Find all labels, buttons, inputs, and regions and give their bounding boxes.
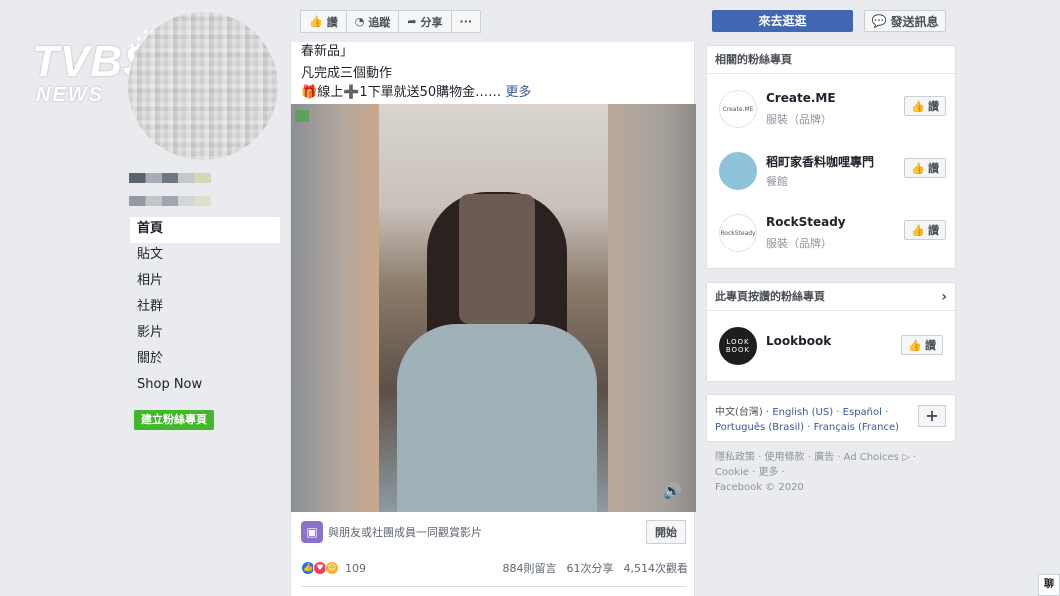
chat-tab[interactable]: 聊 <box>1038 574 1060 596</box>
share-arrow-icon: ➦ <box>407 15 417 28</box>
related-page-name[interactable]: Create.ME <box>766 91 836 105</box>
more-options-button[interactable]: ··· <box>450 10 482 33</box>
left-nav: 首頁 貼文 相片 社群 影片 關於 Shop Now <box>130 217 280 399</box>
share-count[interactable]: 61次分享 <box>567 560 614 576</box>
language-card: 中文(台灣) · English (US) · Español · Portug… <box>706 394 956 442</box>
related-pages-title: 相關的粉絲專頁 <box>707 46 955 74</box>
related-page-like-button[interactable]: 👍 讚 <box>904 158 946 178</box>
related-page-like-button[interactable]: 👍 讚 <box>904 220 946 240</box>
thumbs-up-icon: 👍 <box>911 223 925 237</box>
page-action-toolbar: 👍 讚 ◔ 追蹤 ➦ 分享 ··· <box>300 10 482 33</box>
footer-links: 隱私政策 · 使用條款 · 廣告 · Ad Choices ▷ · Cookie… <box>715 450 955 495</box>
thumbs-up-icon: 👍 <box>309 15 323 28</box>
liked-pages-card: 此專頁按讚的粉絲專頁 › LOOK BOOK Lookbook 👍 讚 <box>706 282 956 382</box>
share-label: 分享 <box>420 15 443 29</box>
messenger-icon: 💬 <box>871 14 887 28</box>
share-button[interactable]: ➦ 分享 <box>398 10 452 33</box>
add-language-button[interactable]: + <box>918 405 946 427</box>
related-page-item[interactable]: RockSteady RockSteady 服裝（品牌） 👍 讚 <box>707 202 955 264</box>
video-blur-right <box>608 104 696 512</box>
language-option[interactable]: English (US) <box>772 407 833 418</box>
watch-party-icon: ▣ <box>301 521 323 543</box>
gift-icon: 🎁 <box>301 85 318 100</box>
volume-icon[interactable]: 🔊 <box>663 482 682 500</box>
language-current: 中文(台灣) <box>715 407 763 418</box>
chevron-right-icon[interactable]: › <box>941 283 947 311</box>
live-badge-icon <box>295 110 309 122</box>
post-line-1: 春新品」 <box>301 44 354 59</box>
footer-line-2[interactable]: Cookie · 更多 · <box>715 465 955 480</box>
rss-icon: ◔ <box>354 15 365 28</box>
related-page-item[interactable]: 稻町家香料咖哩專門 餐館 👍 讚 <box>707 140 955 202</box>
liked-page-name[interactable]: Lookbook <box>766 334 831 348</box>
video-subject-body <box>397 324 597 512</box>
related-page-category: 餐館 <box>766 175 788 188</box>
video-player[interactable]: 🔊 <box>291 104 696 512</box>
follow-label: 追蹤 <box>368 15 391 29</box>
liked-page-like-button[interactable]: 👍 讚 <box>901 335 943 355</box>
like-label: 讚 <box>326 15 338 29</box>
nav-item-about[interactable]: 關於 <box>130 347 280 373</box>
send-message-label: 發送訊息 <box>890 14 939 29</box>
like-page-button[interactable]: 👍 讚 <box>300 10 347 33</box>
reaction-count[interactable]: 109 <box>345 562 366 575</box>
liked-page-avatar[interactable]: LOOK BOOK <box>719 327 757 365</box>
watch-party-row: ▣ 與朋友或社團成員一同觀賞影片 開始 <box>301 520 686 544</box>
language-option[interactable]: Português (Brasil) <box>715 422 804 433</box>
related-page-category: 服裝（品牌） <box>766 113 832 126</box>
liked-pages-header[interactable]: 此專頁按讚的粉絲專頁 › <box>707 283 955 311</box>
haha-reaction-icon[interactable]: ☺ <box>325 561 339 575</box>
post-stats: 👍 ♥ ☺ 109 884則留言 61次分享 4,514次觀看 <box>301 558 688 578</box>
thumbs-up-icon: 👍 <box>908 338 922 352</box>
related-page-like-button[interactable]: 👍 讚 <box>904 96 946 116</box>
see-more-link[interactable]: 更多 <box>505 85 531 100</box>
related-page-avatar[interactable] <box>719 152 757 190</box>
related-pages-card: 相關的粉絲專頁 Create.ME Create.ME 服裝（品牌） 👍 讚 稻町… <box>706 45 956 269</box>
create-page-button[interactable]: 建立粉絲專頁 <box>134 410 214 430</box>
visit-shop-button[interactable]: 來去逛逛 <box>712 10 853 32</box>
send-message-button[interactable]: 💬 發送訊息 <box>864 10 946 32</box>
liked-pages-title: 此專頁按讚的粉絲專頁 <box>715 290 825 303</box>
video-subject-blurred-face <box>459 194 535 324</box>
language-option[interactable]: Français (France) <box>814 422 899 433</box>
nav-item-posts[interactable]: 貼文 <box>130 243 280 269</box>
related-page-avatar[interactable]: Create.ME <box>719 90 757 128</box>
watch-party-text: 與朋友或社團成員一同觀賞影片 <box>328 526 482 539</box>
related-page-name[interactable]: RockSteady <box>766 215 846 229</box>
language-option[interactable]: Español <box>843 407 882 418</box>
blurred-page-name <box>129 173 211 183</box>
post-line-2: 凡完成三個動作 <box>301 66 393 81</box>
nav-item-community[interactable]: 社群 <box>130 295 280 321</box>
video-blur-left <box>291 104 379 512</box>
related-page-name[interactable]: 稻町家香料咖哩專門 <box>766 153 874 170</box>
thumbs-up-icon: 👍 <box>911 99 925 113</box>
nav-item-shop-now[interactable]: Shop Now <box>130 373 280 399</box>
post-line-3: 🎁線上➕1下單就送50購物金…… 更多 <box>301 85 532 100</box>
blurred-page-handle <box>129 196 211 206</box>
comment-count[interactable]: 884則留言 <box>503 560 557 576</box>
watch-party-start-button[interactable]: 開始 <box>646 520 686 544</box>
more-label: ··· <box>459 15 473 28</box>
nav-item-videos[interactable]: 影片 <box>130 321 280 347</box>
post-divider <box>301 586 686 587</box>
nav-item-photos[interactable]: 相片 <box>130 269 280 295</box>
footer-copyright: Facebook © 2020 <box>715 482 804 493</box>
page-profile-avatar[interactable] <box>128 12 278 160</box>
post-text: 春新品」 凡完成三個動作 🎁線上➕1下單就送50購物金…… 更多 <box>291 42 694 102</box>
related-page-category: 服裝（品牌） <box>766 237 832 250</box>
related-page-item[interactable]: Create.ME Create.ME 服裝（品牌） 👍 讚 <box>707 78 955 140</box>
footer-line-1[interactable]: 隱私政策 · 使用條款 · 廣告 · Ad Choices ▷ · <box>715 450 955 465</box>
liked-page-item[interactable]: LOOK BOOK Lookbook 👍 讚 <box>707 315 955 377</box>
follow-button[interactable]: ◔ 追蹤 <box>345 10 400 33</box>
view-count: 4,514次觀看 <box>623 562 689 575</box>
thumbs-up-icon: 👍 <box>911 161 925 175</box>
feed-post: 春新品」 凡完成三個動作 🎁線上➕1下單就送50購物金…… 更多 🔊 ▣ 與朋友… <box>290 42 696 596</box>
video-frame <box>379 104 608 512</box>
nav-item-home[interactable]: 首頁 <box>130 217 280 243</box>
related-page-avatar[interactable]: RockSteady <box>719 214 757 252</box>
